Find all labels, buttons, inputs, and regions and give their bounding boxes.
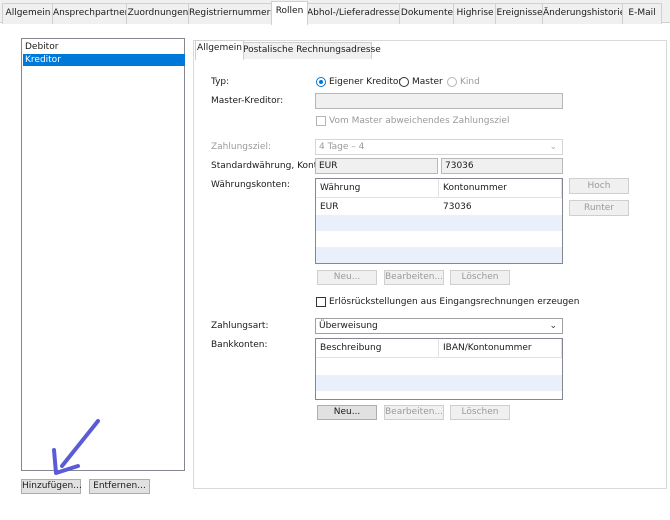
grid-header-waehrung[interactable]: Währung <box>316 179 439 198</box>
chevron-down-icon: ⌄ <box>549 142 557 152</box>
loeschen-waehrungskonto-button: Löschen <box>450 270 510 285</box>
typ-label: Typ: <box>211 77 230 87</box>
waehrungskonten-label: Währungskonten: <box>211 180 290 190</box>
hoch-button: Hoch <box>569 178 629 194</box>
grid-cell-kontonummer: 73036 <box>443 202 472 212</box>
radio-eigener-kreditor[interactable] <box>316 77 326 87</box>
radio-master[interactable] <box>399 77 409 87</box>
grid-header-beschreibung[interactable]: Beschreibung <box>316 339 439 358</box>
loeschen-bankkonto-button: Löschen <box>450 405 510 420</box>
zahlungsziel-select: 4 Tage – 4 ⌄ <box>315 139 563 155</box>
zahlungsart-select[interactable]: Überweisung ⌄ <box>315 318 563 334</box>
inner-tab-strip: Allgemein Postalische Rechnungsadresse <box>193 40 667 60</box>
erloesrueckstellungen-label[interactable]: Erlösrückstellungen aus Eingangsrechnung… <box>329 295 579 309</box>
tab-registriernummern[interactable]: Registriernummern <box>188 3 276 24</box>
table-row[interactable]: EUR 73036 <box>316 199 562 215</box>
master-kreditor-field <box>315 93 563 109</box>
table-row-empty <box>316 247 562 263</box>
standardwaehrung-field: EUR <box>315 158 438 174</box>
zahlungsziel-value: 4 Tage – 4 <box>319 142 365 152</box>
standardkonto-field: 73036 <box>441 158 563 174</box>
erloesrueckstellungen-checkbox[interactable] <box>316 297 326 307</box>
runter-button: Runter <box>569 200 629 216</box>
bankkonten-label: Bankkonten: <box>211 340 268 350</box>
tab-abhol-lieferadressen[interactable]: Abhol-/Lieferadressen <box>306 3 405 24</box>
waehrungskonten-grid[interactable]: Währung Kontonummer EUR 73036 <box>315 178 563 264</box>
role-list[interactable]: Debitor Kreditor <box>21 38 185 471</box>
chevron-down-icon: ⌄ <box>549 321 557 331</box>
bearbeiten-bankkonto-button: Bearbeiten... <box>384 405 444 420</box>
radio-eigener-kreditor-label[interactable]: Eigener Kreditor <box>329 75 402 89</box>
bearbeiten-waehrungskonto-button: Bearbeiten... <box>384 270 444 285</box>
grid-header-iban[interactable]: IBAN/Kontonummer <box>439 339 562 358</box>
tab-ereignisse[interactable]: Ereignisse <box>495 3 544 24</box>
zahlungsart-label: Zahlungsart: <box>211 321 269 331</box>
add-role-button[interactable]: Hinzufügen... <box>21 479 82 494</box>
table-row-empty <box>316 215 562 231</box>
role-item-kreditor[interactable]: Kreditor <box>23 54 185 66</box>
remove-role-button[interactable]: Entfernen... <box>89 479 150 494</box>
main-tab-strip: Allgemein Ansprechpartner Zuordnungen Re… <box>0 0 670 25</box>
radio-kind-label: Kind <box>460 77 480 87</box>
bankkonten-grid[interactable]: Beschreibung IBAN/Kontonummer <box>315 338 563 400</box>
neu-waehrungskonto-button: Neu... <box>317 270 377 285</box>
tab-allgemein[interactable]: Allgemein <box>2 3 54 24</box>
table-row-empty <box>316 375 562 391</box>
tab-rollen[interactable]: Rollen <box>271 1 308 25</box>
master-kreditor-label: Master-Kreditor: <box>211 96 284 106</box>
tab-zuordnungen[interactable]: Zuordnungen <box>126 3 190 24</box>
abweichendes-zahlungsziel-checkbox <box>316 116 326 126</box>
tab-highrise[interactable]: Highrise <box>453 3 497 24</box>
zahlungsart-value: Überweisung <box>319 321 378 331</box>
standardwaehrung-label: Standardwährung, Konto: <box>211 161 326 171</box>
radio-master-label[interactable]: Master <box>412 75 443 89</box>
inner-tab-allgemein[interactable]: Allgemein <box>195 40 244 60</box>
abweichendes-zahlungsziel-label: Vom Master abweichendes Zahlungsziel <box>329 116 510 126</box>
grid-cell-waehrung: EUR <box>320 202 339 212</box>
neu-bankkonto-button[interactable]: Neu... <box>317 405 377 420</box>
tab-ansprechpartner[interactable]: Ansprechpartner <box>52 3 128 24</box>
tab-email[interactable]: E-Mail <box>622 3 662 24</box>
grid-header-kontonummer[interactable]: Kontonummer <box>439 179 562 198</box>
role-item-debitor[interactable]: Debitor <box>23 41 185 53</box>
inner-tab-postalische-rechnungsadresse[interactable]: Postalische Rechnungsadresse <box>242 42 381 59</box>
zahlungsziel-label: Zahlungsziel: <box>211 142 271 152</box>
tab-aenderungshistorie[interactable]: Änderungshistorie <box>542 3 625 24</box>
tab-dokumente[interactable]: Dokumente <box>399 3 455 24</box>
radio-kind <box>447 77 457 87</box>
